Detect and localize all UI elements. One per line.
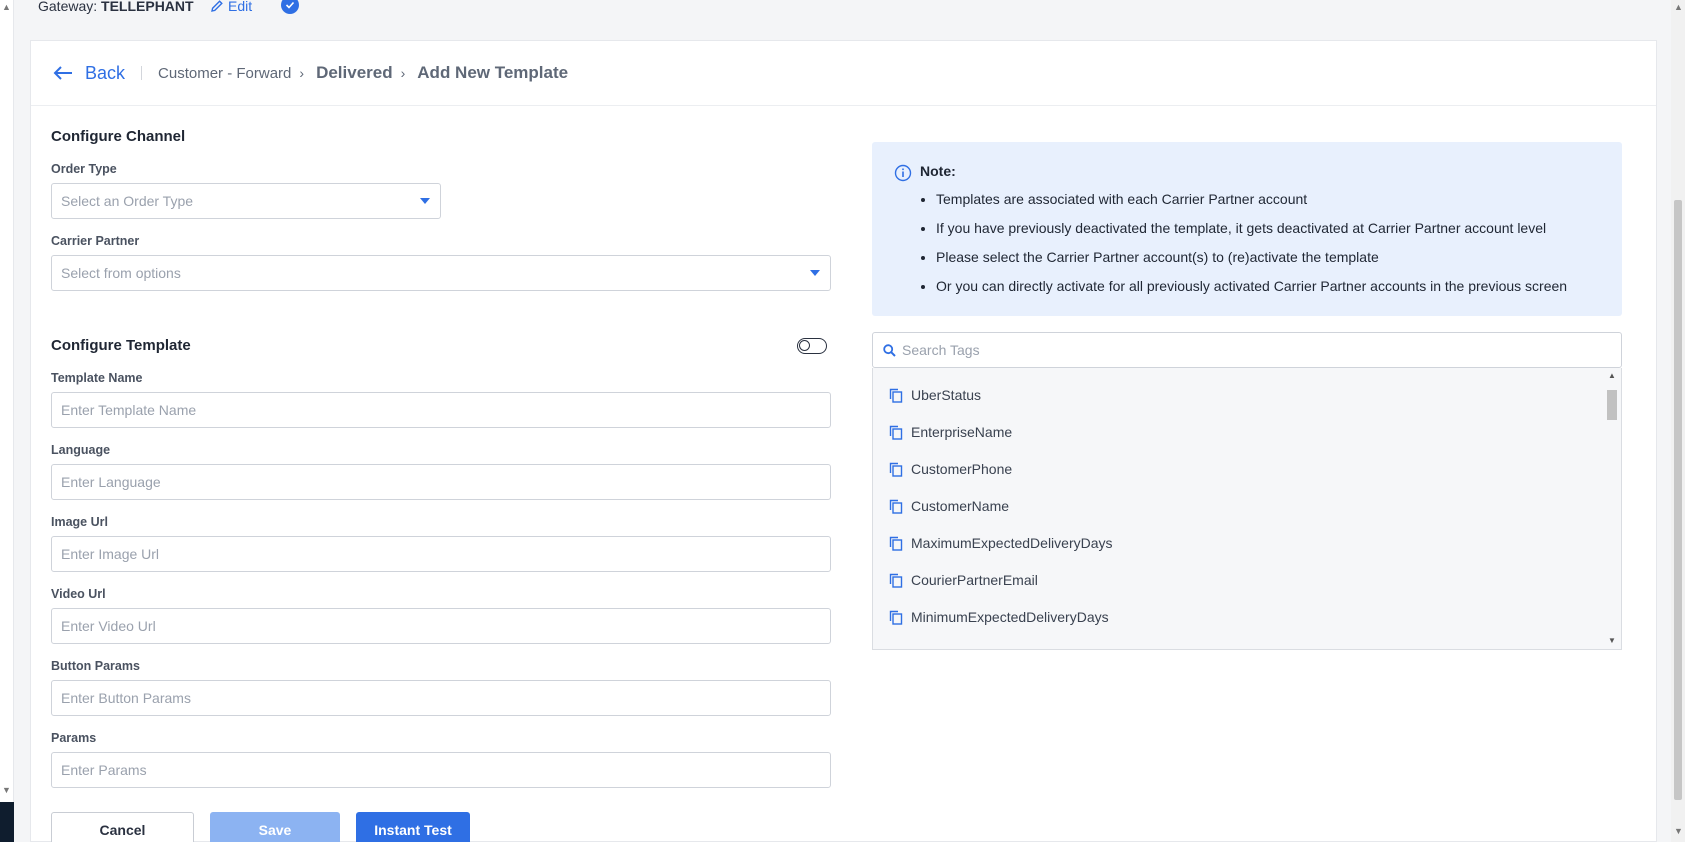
button-params-label: Button Params — [51, 659, 140, 673]
order-type-placeholder: Select an Order Type — [61, 193, 194, 209]
tag-label: CustomerPhone — [911, 461, 1013, 477]
breadcrumb-delivered[interactable]: Delivered — [316, 63, 393, 83]
tag-label: MinimumExpectedDeliveryDays — [911, 609, 1109, 625]
cancel-button[interactable]: Cancel — [51, 812, 194, 842]
copy-icon[interactable] — [889, 499, 903, 514]
tag-label: CourierPartnerEmail — [911, 572, 1038, 588]
note-box: Note: Templates are associated with each… — [872, 142, 1622, 316]
note-item: If you have previously deactivated the t… — [936, 218, 1567, 247]
configure-template-title: Configure Template — [51, 337, 191, 354]
params-label: Params — [51, 731, 97, 745]
card-header: Back Customer - Forward › Delivered › Ad… — [31, 41, 1656, 106]
language-input[interactable]: Enter Language — [51, 464, 831, 500]
params-placeholder: Enter Params — [61, 762, 147, 778]
tag-label: CustomerName — [911, 498, 1010, 514]
gateway-edit-label: Edit — [228, 0, 253, 14]
tag-item[interactable]: EnterpriseName — [889, 422, 1012, 442]
note-item: Or you can directly activate for all pre… — [936, 276, 1567, 305]
search-tags-placeholder: Search Tags — [902, 342, 980, 358]
scroll-down-arrow-icon[interactable]: ▼ — [1608, 636, 1616, 645]
button-params-placeholder: Enter Button Params — [61, 690, 191, 706]
page-scrollbar[interactable]: ▲ ▼ — [1671, 0, 1685, 842]
search-tags-input[interactable]: Search Tags — [872, 332, 1622, 368]
template-name-input[interactable]: Enter Template Name — [51, 392, 831, 428]
scroll-down-arrow-icon[interactable]: ▼ — [1674, 826, 1683, 836]
arrow-left-icon — [53, 66, 72, 80]
video-url-label: Video Url — [51, 587, 106, 601]
carrier-partner-select[interactable]: Select from options — [51, 255, 831, 291]
note-title: Note: — [920, 163, 956, 179]
configure-channel-title: Configure Channel — [51, 128, 186, 145]
gateway-label: Gateway: — [38, 0, 98, 14]
video-url-placeholder: Enter Video Url — [61, 618, 156, 634]
breadcrumb-customer-forward[interactable]: Customer - Forward — [158, 65, 291, 82]
tag-item[interactable]: CustomerPhone — [889, 459, 1012, 479]
copy-icon[interactable] — [889, 536, 903, 551]
language-label: Language — [51, 443, 111, 457]
tags-scrollbar[interactable]: ▲ ▼ — [1603, 368, 1621, 649]
scroll-up-arrow-icon[interactable]: ▲ — [1674, 2, 1683, 12]
tag-label: EnterpriseName — [911, 424, 1013, 440]
breadcrumb-current: Add New Template — [417, 63, 569, 82]
scrollbar-thumb[interactable] — [1607, 390, 1617, 420]
scroll-up-arrow-icon[interactable]: ▲ — [2, 2, 11, 12]
copy-icon[interactable] — [889, 462, 903, 477]
tag-item[interactable]: MinimumExpectedDeliveryDays — [889, 607, 1109, 627]
template-card: Back Customer - Forward › Delivered › Ad… — [30, 40, 1657, 842]
caret-down-icon — [420, 198, 430, 204]
carrier-partner-label: Carrier Partner — [51, 234, 140, 248]
instant-test-button[interactable]: Instant Test — [356, 812, 470, 842]
note-item: Templates are associated with each Carri… — [936, 189, 1567, 218]
sidebar-footer — [0, 802, 14, 842]
gateway-edit-link[interactable]: Edit — [210, 0, 252, 14]
note-item: Please select the Carrier Partner accoun… — [936, 247, 1567, 276]
caret-down-icon — [810, 270, 820, 276]
tag-label: MaximumExpectedDeliveryDays — [911, 535, 1113, 551]
check-circle-icon — [281, 0, 299, 14]
tag-item[interactable]: CourierPartnerEmail — [889, 570, 1038, 590]
video-url-input[interactable]: Enter Video Url — [51, 608, 831, 644]
order-type-select[interactable]: Select an Order Type — [51, 183, 441, 219]
tag-item[interactable]: CustomerName — [889, 496, 1009, 516]
image-url-label: Image Url — [51, 515, 108, 529]
image-url-input[interactable]: Enter Image Url — [51, 536, 831, 572]
header-divider — [141, 66, 143, 80]
copy-icon[interactable] — [889, 610, 903, 625]
copy-icon[interactable] — [889, 573, 903, 588]
scroll-up-arrow-icon[interactable]: ▲ — [1608, 371, 1616, 380]
chevron-right-icon: › — [299, 65, 305, 81]
info-icon — [894, 164, 912, 182]
order-type-label: Order Type — [51, 162, 117, 176]
left-rail: ▲ ▼ — [0, 0, 14, 842]
image-url-placeholder: Enter Image Url — [61, 546, 160, 562]
copy-icon[interactable] — [889, 388, 903, 403]
toggle-knob — [799, 340, 810, 351]
scroll-down-arrow-icon[interactable]: ▼ — [2, 785, 11, 795]
pencil-icon — [211, 0, 223, 12]
scrollbar-thumb[interactable] — [1674, 200, 1682, 800]
gateway-bar: Gateway: TELLEPHANT Edit — [14, 0, 1671, 20]
back-label: Back — [85, 62, 126, 83]
language-placeholder: Enter Language — [61, 474, 161, 490]
note-list: Templates are associated with each Carri… — [936, 189, 1567, 305]
save-button[interactable]: Save — [210, 812, 340, 842]
tag-item[interactable]: MaximumExpectedDeliveryDays — [889, 533, 1113, 553]
button-params-input[interactable]: Enter Button Params — [51, 680, 831, 716]
params-input[interactable]: Enter Params — [51, 752, 831, 788]
template-name-label: Template Name — [51, 371, 143, 385]
chevron-right-icon: › — [400, 65, 406, 81]
tag-item[interactable]: UberStatus — [889, 385, 981, 405]
gateway-name: TELLEPHANT — [101, 0, 194, 14]
carrier-partner-placeholder: Select from options — [61, 265, 181, 281]
tag-label: UberStatus — [911, 387, 982, 403]
template-toggle[interactable] — [797, 338, 827, 354]
template-name-placeholder: Enter Template Name — [61, 402, 197, 418]
tags-list: UberStatus EnterpriseName CustomerPhone … — [872, 368, 1622, 650]
back-button[interactable]: Back — [53, 63, 125, 84]
gateway-info: Gateway: TELLEPHANT — [38, 0, 194, 14]
search-icon — [883, 343, 896, 357]
copy-icon[interactable] — [889, 425, 903, 440]
